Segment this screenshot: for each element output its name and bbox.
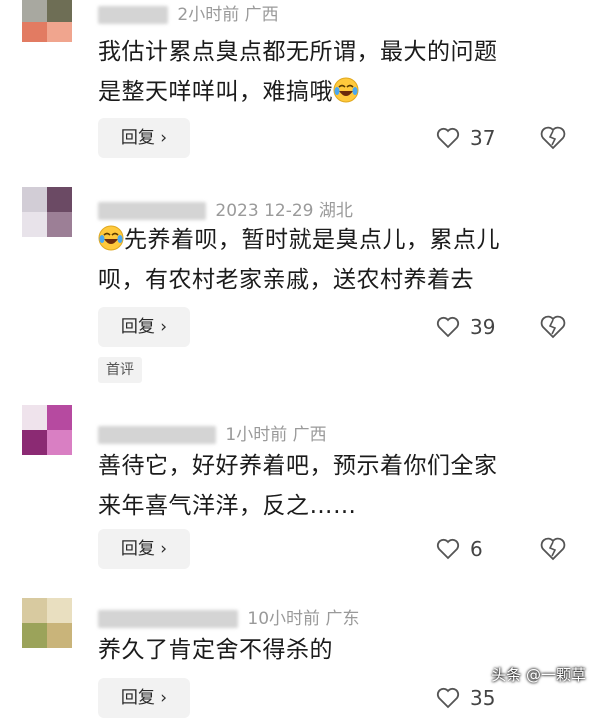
- like-button[interactable]: 35: [436, 684, 495, 712]
- watermark: 头条 @一颗草: [491, 666, 586, 684]
- username-blurred: [98, 610, 238, 628]
- comment-text: 善待它，好好养着吧，预示着你们全家 来年喜气洋洋，反之……: [98, 446, 568, 526]
- comment-time: 2小时前: [177, 5, 240, 25]
- like-count: 37: [470, 126, 496, 150]
- comment-text-line: 呗，有农村老家亲戚，送农村养着去: [98, 267, 474, 293]
- chevron-right-icon: ›: [160, 688, 168, 708]
- like-button[interactable]: 39: [436, 313, 495, 341]
- avatar[interactable]: [22, 598, 72, 648]
- comment-time: 1小时前: [225, 425, 288, 445]
- first-comment-badge: 首评: [98, 357, 142, 383]
- comment-text-line: 是整天咩咩叫，难搞哦: [98, 79, 333, 105]
- like-count: 39: [470, 315, 496, 339]
- comment-region: 广西: [244, 5, 279, 25]
- comment-region: 广东: [325, 609, 360, 629]
- broken-heart-icon[interactable]: [540, 536, 566, 562]
- comment-region: 湖北: [318, 201, 353, 221]
- username-blurred: [98, 202, 206, 220]
- comment-time: 10小时前: [247, 609, 321, 629]
- comment-meta: 1小时前 广西: [98, 420, 327, 445]
- heart-outline-icon: [436, 316, 460, 338]
- broken-heart-icon[interactable]: [540, 314, 566, 340]
- like-button[interactable]: 37: [436, 124, 495, 152]
- reply-button[interactable]: 回复 ›: [98, 678, 190, 718]
- username-blurred: [98, 426, 216, 444]
- heart-outline-icon: [436, 687, 460, 709]
- chevron-right-icon: ›: [160, 128, 168, 148]
- like-count: 6: [470, 537, 483, 561]
- laughing-crying-emoji-icon: [98, 225, 124, 251]
- comment-text: 先养着呗，暂时就是臭点儿，累点儿 呗，有农村老家亲戚，送农村养着去: [98, 220, 568, 300]
- reply-button[interactable]: 回复 ›: [98, 529, 190, 569]
- comment-region: 广西: [292, 425, 327, 445]
- broken-heart-icon[interactable]: [540, 125, 566, 151]
- comment-text-line: 善待它，好好养着吧，预示着你们全家: [98, 453, 498, 479]
- laughing-crying-emoji-icon: [333, 77, 359, 103]
- username-blurred: [98, 6, 168, 24]
- like-button[interactable]: 6: [436, 535, 483, 563]
- comment-text-line: 我估计累点臭点都无所谓，最大的问题: [98, 39, 498, 65]
- reply-button[interactable]: 回复 ›: [98, 307, 190, 347]
- comment-meta: 2小时前 广西: [98, 0, 279, 25]
- comment-text-line: 来年喜气洋洋，反之……: [98, 493, 357, 519]
- comment-text-line: 先养着呗，暂时就是臭点儿，累点儿: [124, 227, 500, 253]
- comment-time: 2023 12-29: [215, 201, 314, 221]
- like-count: 35: [470, 686, 496, 710]
- avatar[interactable]: [22, 187, 72, 237]
- chevron-right-icon: ›: [160, 317, 168, 337]
- comment-meta: 10小时前 广东: [98, 604, 359, 629]
- heart-outline-icon: [436, 538, 460, 560]
- comment-text: 我估计累点臭点都无所谓，最大的问题 是整天咩咩叫，难搞哦: [98, 32, 568, 112]
- comment-meta: 2023 12-29 湖北: [98, 196, 353, 221]
- avatar[interactable]: [22, 0, 72, 42]
- chevron-right-icon: ›: [160, 539, 168, 559]
- heart-outline-icon: [436, 127, 460, 149]
- reply-button[interactable]: 回复 ›: [98, 118, 190, 158]
- avatar[interactable]: [22, 405, 72, 455]
